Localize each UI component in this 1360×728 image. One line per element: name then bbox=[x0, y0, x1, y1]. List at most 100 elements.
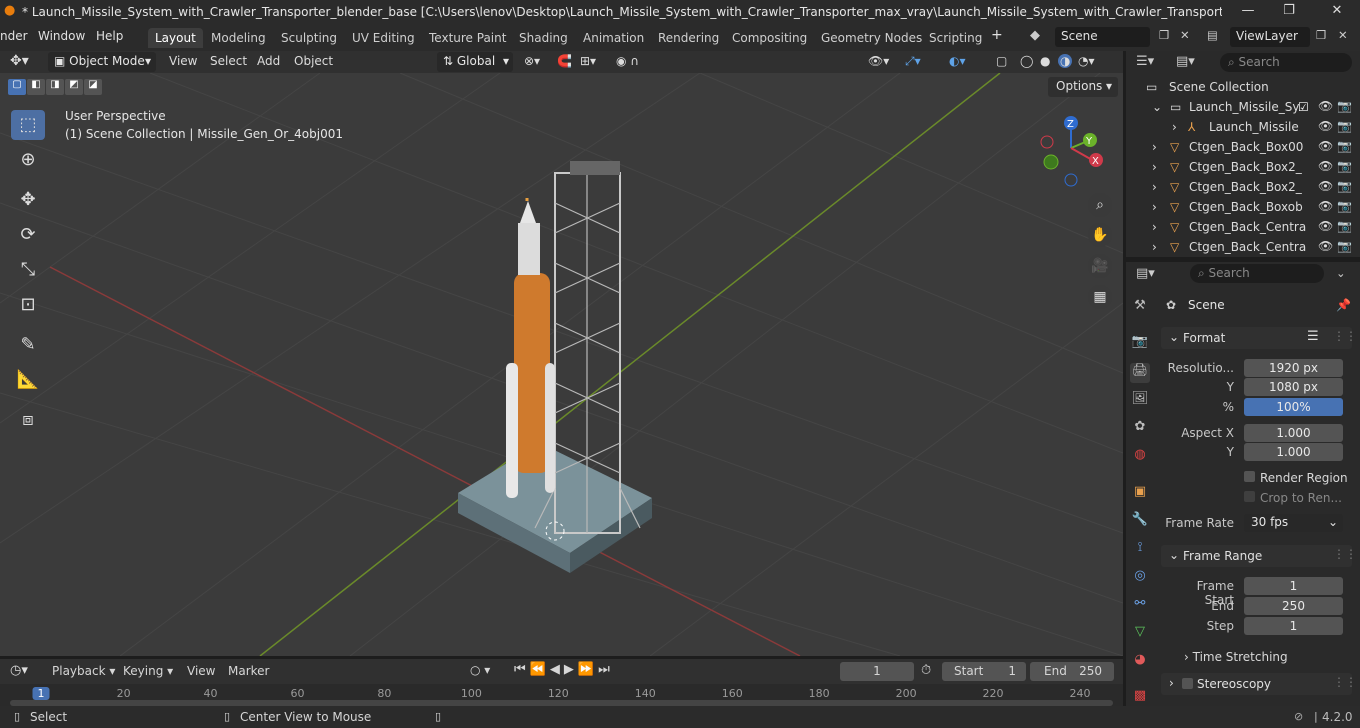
eye-icon[interactable]: 👁 bbox=[1318, 119, 1333, 133]
3d-viewport[interactable]: User Perspective (1) Scene Collection | … bbox=[0, 73, 1123, 656]
eye-icon[interactable]: 👁 bbox=[1318, 179, 1333, 193]
select-invert-icon[interactable]: ◩ bbox=[65, 79, 83, 95]
move-tool[interactable]: ✥ bbox=[11, 185, 45, 215]
time-stretching-subpanel[interactable]: › Time Stretching bbox=[1184, 650, 1288, 664]
outliner-search-input[interactable]: ⌕ Search bbox=[1220, 53, 1352, 72]
snap-target-icon[interactable]: ⊞▾ bbox=[580, 54, 596, 68]
eye-icon[interactable]: 👁 bbox=[1318, 199, 1333, 213]
scene-field[interactable]: Scene bbox=[1055, 27, 1150, 47]
frame-start-field[interactable]: 1 bbox=[1244, 577, 1343, 595]
resolution-y-field[interactable]: 1080 px bbox=[1244, 378, 1343, 396]
scale-tool[interactable]: ⤡ bbox=[11, 255, 45, 285]
tab-rendering[interactable]: Rendering bbox=[651, 28, 726, 48]
solid-shading-icon[interactable]: ● bbox=[1040, 54, 1050, 68]
properties-search-input[interactable]: ⌕ Search bbox=[1190, 264, 1324, 283]
select-intersect-icon[interactable]: ◪ bbox=[84, 79, 102, 95]
camera-icon[interactable]: 📷 bbox=[1337, 239, 1352, 253]
camera-icon[interactable]: 📷 bbox=[1337, 199, 1352, 213]
outliner-item[interactable]: ⌄ ▭ Launch_Missile_Sy ☑ 👁 📷 bbox=[1126, 97, 1360, 117]
viewlayer-field[interactable]: ViewLayer bbox=[1230, 27, 1310, 47]
visibility-icon[interactable]: 👁▾ bbox=[868, 54, 889, 68]
physics-tab-icon[interactable]: ◎ bbox=[1130, 568, 1150, 588]
zoom-icon[interactable]: ⌕ bbox=[1088, 193, 1112, 217]
proportional-edit-icon[interactable]: ◉ ∩ bbox=[616, 54, 639, 68]
restore-icon[interactable]: ❐ bbox=[1279, 3, 1299, 21]
menu-file[interactable]: nder bbox=[0, 29, 28, 43]
camera-view-icon[interactable]: 🎥 bbox=[1088, 254, 1112, 278]
stopwatch-icon[interactable]: ⏱ bbox=[921, 663, 931, 678]
camera-icon[interactable]: 📷 bbox=[1337, 119, 1352, 133]
aspect-y-field[interactable]: 1.000 bbox=[1244, 443, 1343, 461]
outliner-item[interactable]: › ▽ Ctgen_Back_Box2_ 👁 📷 bbox=[1126, 157, 1360, 177]
tab-animation[interactable]: Animation bbox=[576, 28, 651, 48]
pin-icon[interactable]: 📌 bbox=[1336, 298, 1351, 312]
tab-modeling[interactable]: Modeling bbox=[204, 28, 273, 48]
playback-controls-icon[interactable]: ⏮⏪◀▶⏩⏭ bbox=[514, 662, 614, 677]
render-tab-icon[interactable]: 📷 bbox=[1130, 334, 1150, 354]
transform-tool[interactable]: ⊡ bbox=[11, 290, 45, 320]
eye-icon[interactable]: 👁 bbox=[1318, 139, 1333, 153]
current-frame-field[interactable]: 1 bbox=[840, 662, 914, 681]
new-scene-icon[interactable]: ❐ bbox=[1159, 28, 1169, 42]
select-subtract-icon[interactable]: ◨ bbox=[46, 79, 64, 95]
pan-hand-icon[interactable]: ✋ bbox=[1088, 223, 1112, 247]
properties-editor-icon[interactable]: ▤▾ bbox=[1136, 266, 1155, 281]
tab-geometry-nodes[interactable]: Geometry Nodes bbox=[814, 28, 929, 48]
tab-layout[interactable]: Layout bbox=[148, 28, 203, 48]
menu-object[interactable]: Object bbox=[294, 54, 333, 68]
viewlayer-icon[interactable]: ▤ bbox=[1207, 28, 1218, 42]
overlay-icon[interactable]: ◐▾ bbox=[949, 54, 966, 68]
minimize-icon[interactable]: — bbox=[1238, 3, 1258, 21]
aspect-x-field[interactable]: 1.000 bbox=[1244, 424, 1343, 442]
frame-range-section-header[interactable]: ⌄ Frame Range ⋮⋮ bbox=[1161, 545, 1357, 567]
end-frame-field[interactable]: End 250 bbox=[1030, 662, 1114, 681]
menu-add[interactable]: Add bbox=[257, 54, 280, 68]
tab-sculpting[interactable]: Sculpting bbox=[274, 28, 344, 48]
rotate-tool[interactable]: ⟳ bbox=[11, 220, 45, 250]
add-cube-tool[interactable]: ⧈ bbox=[11, 405, 45, 435]
resolution-x-field[interactable]: 1920 px bbox=[1244, 359, 1343, 377]
tab-shading[interactable]: Shading bbox=[512, 28, 575, 48]
menu-timeline-view[interactable]: View bbox=[187, 664, 215, 678]
world-tab-icon[interactable]: ◍ bbox=[1130, 447, 1150, 467]
modifier-tab-icon[interactable]: 🔧 bbox=[1130, 512, 1150, 532]
editor-type-icon[interactable]: ✥▾ bbox=[10, 53, 29, 69]
add-workspace-icon[interactable]: + bbox=[991, 27, 1003, 43]
tab-scripting[interactable]: Scripting bbox=[922, 28, 989, 48]
tab-uv-editing[interactable]: UV Editing bbox=[345, 28, 422, 48]
menu-keying[interactable]: Keying ▾ bbox=[123, 664, 173, 678]
record-icon[interactable]: ○ ▾ bbox=[470, 663, 490, 677]
camera-icon[interactable]: 📷 bbox=[1337, 99, 1352, 113]
outliner-item[interactable]: › ▽ Ctgen_Back_Boxob 👁 📷 bbox=[1126, 197, 1360, 217]
scene-tab-icon[interactable]: ✿ bbox=[1130, 419, 1150, 439]
wireframe-shading-icon[interactable]: ◯ bbox=[1020, 54, 1033, 68]
stereoscopy-section-header[interactable]: › Stereoscopy ⋮⋮ bbox=[1161, 673, 1357, 695]
delete-scene-icon[interactable]: ✕ bbox=[1180, 28, 1190, 42]
close-icon[interactable]: ✕ bbox=[1327, 3, 1347, 21]
checkbox-icon[interactable]: ☑ bbox=[1298, 100, 1309, 114]
data-tab-icon[interactable]: ▽ bbox=[1130, 624, 1150, 644]
display-mode-icon[interactable]: ▤▾ bbox=[1176, 54, 1195, 69]
render-region-checkbox[interactable] bbox=[1244, 471, 1255, 482]
orientation-dropdown[interactable]: ⇅ Global ▾ bbox=[437, 52, 513, 72]
mode-dropdown[interactable]: ▣ Object Mode ▾ bbox=[48, 52, 156, 72]
menu-view[interactable]: View bbox=[169, 54, 197, 68]
material-tab-icon[interactable]: ◕ bbox=[1130, 652, 1150, 672]
menu-playback[interactable]: Playback ▾ bbox=[52, 664, 115, 678]
ortho-grid-icon[interactable]: ▦ bbox=[1088, 285, 1112, 309]
frame-end-field[interactable]: 250 bbox=[1244, 597, 1343, 615]
chevron-down-icon[interactable]: ⌄ bbox=[1336, 266, 1346, 280]
outliner-editor-icon[interactable]: ☰▾ bbox=[1136, 54, 1154, 69]
menu-window[interactable]: Window bbox=[38, 29, 85, 43]
material-shading-icon[interactable]: ◑ bbox=[1058, 54, 1073, 68]
menu-marker[interactable]: Marker bbox=[228, 664, 269, 678]
menu-help[interactable]: Help bbox=[96, 29, 123, 43]
launch-tower-model[interactable] bbox=[458, 161, 652, 573]
measure-tool[interactable]: 📐 bbox=[11, 365, 45, 395]
pivot-icon[interactable]: ⊗▾ bbox=[524, 54, 540, 68]
camera-icon[interactable]: 📷 bbox=[1337, 139, 1352, 153]
tab-compositing[interactable]: Compositing bbox=[725, 28, 814, 48]
timeline-ruler[interactable]: 1 20 40 60 80 100 120 140 160 180 200 220 240 bbox=[0, 684, 1123, 706]
outliner-item[interactable]: › ▽ Ctgen_Back_Centra 👁 📷 bbox=[1126, 237, 1360, 257]
outliner-root[interactable]: ▭ Scene Collection bbox=[1126, 77, 1360, 97]
